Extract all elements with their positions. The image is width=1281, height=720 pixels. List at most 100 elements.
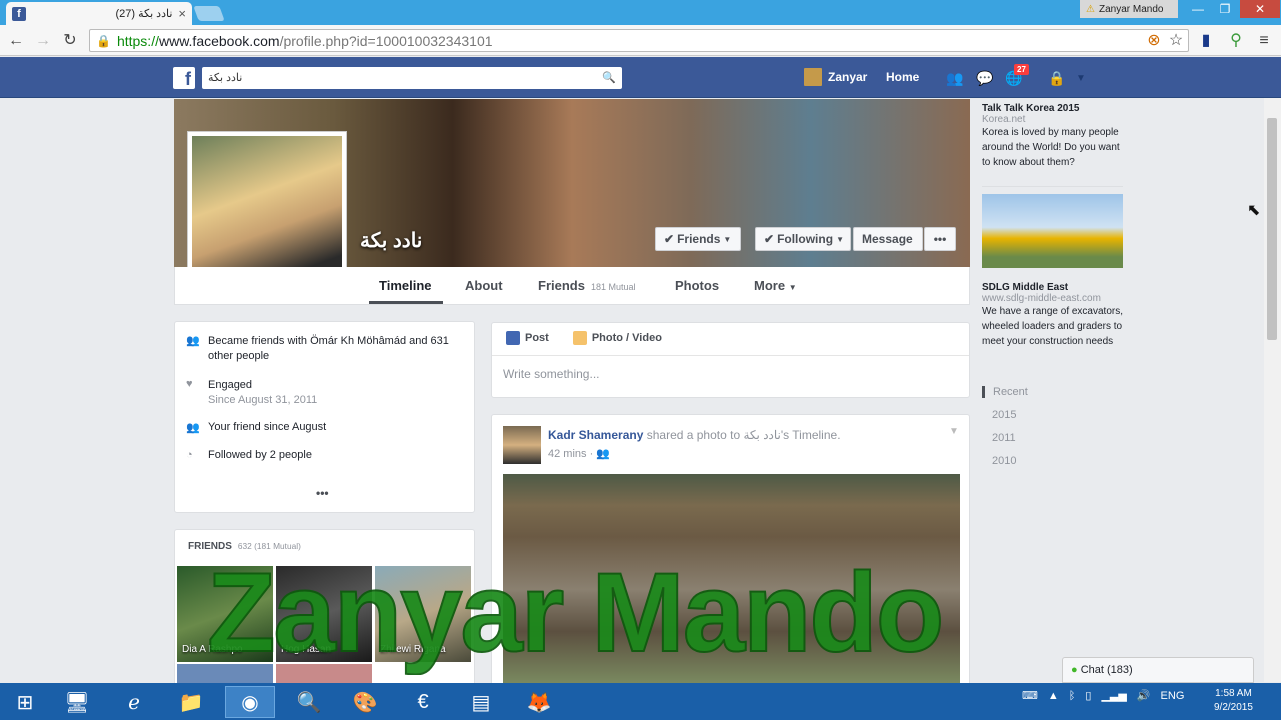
friends-button[interactable]: ✔ Friends ▼ [655,227,741,251]
minimize-icon[interactable]: — [1184,0,1212,18]
ad-url[interactable]: www.sdlg-middle-east.com [982,293,1127,304]
paint-icon[interactable]: 🎨 [340,686,390,718]
intro-more-button[interactable]: ••• [316,486,329,500]
tab-title: (27) نادد بکة [115,8,173,20]
computer-icon[interactable]: 🖥 [52,686,102,718]
tab-friends-mutual: 181 Mutual [590,282,636,292]
bookmark-star-icon[interactable]: ☆ [1166,31,1186,51]
online-dot-icon: ● [1071,664,1078,676]
account-chevron-down-icon[interactable]: ▼ [1076,73,1086,84]
bluetooth-icon[interactable]: ᛒ [1069,690,1076,702]
file-explorer-icon[interactable]: 📁 [166,686,216,718]
app-e-icon[interactable]: € [398,686,448,718]
fb-user-link[interactable]: Zanyar [804,68,867,86]
year-item[interactable]: 2010 [982,455,1028,467]
audience-friends-icon[interactable]: 👥 [596,448,610,460]
forward-icon[interactable]: → [33,31,53,51]
tab-about[interactable]: About [465,278,503,293]
close-window-icon[interactable]: ✕ [1240,0,1280,18]
divider [492,355,969,356]
chrome-icon[interactable]: ◉ [225,686,275,718]
back-icon[interactable]: ← [6,31,26,51]
extension-icon[interactable]: ⊗ [1144,31,1164,51]
pocket-icon[interactable]: ▮ [1196,31,1216,51]
tab-close-icon[interactable]: × [178,6,186,21]
menu-icon[interactable]: ≡ [1254,31,1274,51]
app-window-icon[interactable]: ▤ [456,686,506,718]
friends-icon: 👥 [186,335,200,347]
friend-requests-icon[interactable]: 👥 [946,70,963,87]
heart-icon: ♥ [186,378,193,390]
composer-post-tab[interactable]: Post [506,331,549,345]
ad-image[interactable] [982,194,1123,268]
tab-friends-label: Friends [538,278,585,293]
ad-sdlg: SDLG Middle East www.sdlg-middle-east.co… [982,282,1127,349]
ad-body[interactable]: We have a range of excavators, wheeled l… [982,304,1127,349]
year-recent[interactable]: Recent [982,386,1028,398]
tab-more-label: More [754,278,786,293]
scrollbar-thumb[interactable] [1267,118,1277,340]
show-hidden-chevron-up-icon[interactable]: ▲ [1048,690,1059,702]
active-tab-indicator [369,301,443,304]
intro-relationship: Engaged [208,379,253,391]
keyboard-icon[interactable]: ⌨ [1022,689,1038,702]
intro-relationship-since: Since August 31, 2011 [208,394,318,406]
volume-icon[interactable]: 🔊 [1137,689,1151,702]
windows-start-icon[interactable]: ⊞ [0,686,50,718]
facebook-search-input[interactable]: نادد بکة 🔍 [202,67,622,89]
new-tab-button[interactable] [193,6,225,21]
ad-url[interactable]: Korea.net [982,114,1127,125]
privacy-icon[interactable]: 🔒 [1048,70,1065,87]
following-button[interactable]: ✔ Following ▼ [755,227,851,251]
avatar[interactable] [503,426,541,464]
more-options-button[interactable]: ••• [924,227,956,251]
composer-post-label: Post [525,332,549,344]
composer-input[interactable]: Write something... [503,367,599,381]
profile-badge[interactable]: ⚠ Zanyar Mando [1080,0,1178,18]
check-icon: ✔ [764,232,775,246]
profile-name[interactable]: نادد بکة [360,228,422,253]
intro-followers[interactable]: Followed by 2 people [208,449,312,461]
language-indicator[interactable]: ENG [1161,690,1185,702]
messages-icon[interactable]: 💬 [976,70,993,87]
browser-toolbar: ← → ↻ 🔒 https://www.facebook.com/profile… [0,25,1281,56]
url-scheme: https:// [116,32,159,49]
internet-explorer-icon[interactable]: ℯ [109,686,159,718]
restore-icon[interactable]: ❐ [1211,0,1239,18]
message-button[interactable]: Message [853,227,923,251]
address-bar[interactable]: 🔒 https://www.facebook.com/profile.php?i… [89,29,1189,52]
intro-friends-text[interactable]: Became friends with Ömár Kh Möhâmád and … [208,334,466,364]
clock-time: 1:58 AM [1215,688,1252,699]
tab-friends[interactable]: Friends 181 Mutual [538,278,636,293]
composer-photo-label: Photo / Video [591,332,662,344]
facebook-logo-icon[interactable]: f [173,67,195,89]
post-target[interactable]: نادد بکة's Timeline. [743,428,840,442]
chat-bar[interactable]: ● Chat (183) [1062,657,1254,683]
year-item[interactable]: 2015 [982,409,1028,421]
ad-title[interactable]: Talk Talk Korea 2015 [982,103,1127,114]
intro-friend-since-row: 👥 Your friend since August [186,421,466,434]
network-icon[interactable]: ▁▃▅ [1101,689,1126,702]
ad-title[interactable]: SDLG Middle East [982,282,1127,293]
ad-body[interactable]: Korea is loved by many people around the… [982,125,1127,170]
tab-timeline[interactable]: Timeline [379,278,432,293]
post-author[interactable]: Kadr Shamerany [548,428,643,442]
year-item[interactable]: 2011 [982,432,1028,444]
firefox-icon[interactable]: 🦊 [514,686,564,718]
home-link[interactable]: Home [886,70,919,84]
clock[interactable]: 1:58 AM 9/2/2015 [1214,687,1253,715]
tab-more[interactable]: More ▼ [754,278,797,293]
battery-icon[interactable]: ▯ [1085,689,1091,702]
reload-icon[interactable]: ↻ [60,31,80,51]
browser-tab[interactable]: f (27) نادد بکة × [6,2,192,25]
search-app-icon[interactable]: 🔍 [284,686,334,718]
friends-button-label: Friends [677,232,721,246]
tab-photos[interactable]: Photos [675,278,719,293]
people-icon[interactable]: ⚲ [1226,31,1246,51]
post-options-chevron-icon[interactable]: ▼ [949,426,959,437]
search-icon[interactable]: 🔍 [602,71,616,85]
composer-tabs: Post Photo / Video [506,331,662,345]
composer-photo-tab[interactable]: Photo / Video [572,331,662,345]
post-time[interactable]: 42 mins [548,448,587,460]
following-button-label: Following [777,232,834,246]
